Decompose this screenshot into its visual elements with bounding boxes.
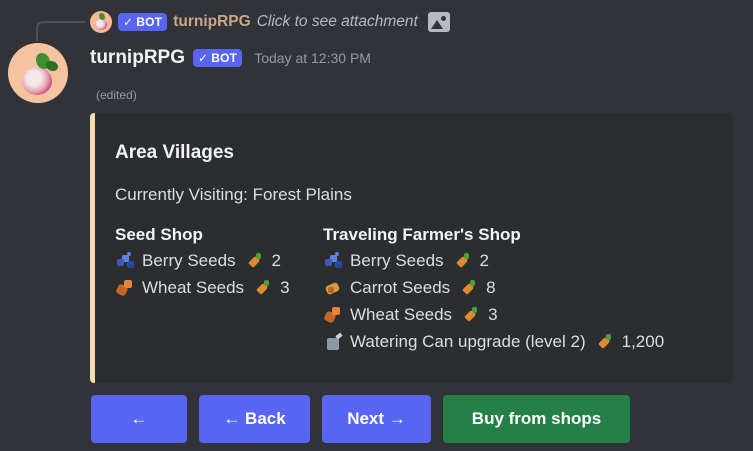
back-button[interactable]: ← Back [199, 395, 310, 443]
item-price: 2 [479, 251, 490, 270]
author-avatar[interactable] [8, 43, 68, 103]
field-seed-shop: Seed Shop Berry Seeds 2 Wheat Seeds 3 [115, 223, 290, 301]
item-price: 1,200 [621, 332, 665, 351]
embed-description: Currently Visiting: Forest Plains [115, 185, 352, 204]
carrot-seeds-icon [323, 278, 343, 298]
list-item: Berry Seeds 2 [115, 247, 290, 274]
embed: Area Villages Currently Visiting: Forest… [90, 113, 733, 383]
message-timestamp[interactable]: Today at 12:30 PM [254, 50, 371, 66]
carrot-coin-icon [595, 332, 615, 352]
author-name[interactable]: turnipRPG [90, 47, 185, 69]
item-price: 3 [488, 305, 498, 324]
item-price: 2 [271, 251, 282, 270]
bot-tag: ✓ BOT [193, 49, 243, 67]
list-item: Wheat Seeds 3 [115, 274, 290, 301]
reply-bot-tag: ✓ BOT [118, 13, 168, 31]
verified-check-icon: ✓ [123, 15, 134, 29]
carrot-coin-icon [461, 305, 481, 325]
next-button[interactable]: Next → [322, 395, 431, 443]
reply-spine [36, 21, 86, 41]
field-name: Traveling Farmer's Shop [323, 225, 521, 244]
list-item: Wheat Seeds 3 [323, 301, 664, 328]
verified-check-icon: ✓ [198, 51, 209, 65]
edited-label: (edited) [96, 88, 137, 102]
field-name: Seed Shop [115, 225, 203, 244]
watering-can-icon [323, 332, 343, 352]
item-name: Wheat Seeds [142, 278, 245, 297]
reply-author[interactable]: turnipRPG [173, 13, 251, 31]
reply-content[interactable]: Click to see attachment [257, 13, 418, 31]
field-traveling-shop: Traveling Farmer's Shop Berry Seeds 2 Ca… [323, 223, 664, 355]
item-name: Watering Can upgrade (level 2) [350, 332, 586, 351]
item-name: Berry Seeds [350, 251, 444, 270]
buy-from-shops-button[interactable]: Buy from shops [443, 395, 630, 443]
list-item: Berry Seeds 2 [323, 247, 664, 274]
item-price: 3 [280, 278, 290, 297]
item-name: Wheat Seeds [350, 305, 453, 324]
list-item: Watering Can upgrade (level 2) 1,200 [323, 328, 664, 355]
reply-avatar[interactable] [90, 11, 112, 33]
item-name: Carrot Seeds [350, 278, 451, 297]
carrot-coin-icon [459, 278, 479, 298]
carrot-coin-icon [245, 251, 265, 271]
image-attachment-icon[interactable] [427, 12, 450, 32]
first-page-button[interactable]: ← [91, 395, 187, 443]
item-price: 8 [486, 278, 496, 297]
list-item: Carrot Seeds 8 [323, 274, 664, 301]
item-name: Berry Seeds [142, 251, 236, 270]
carrot-coin-icon [253, 278, 273, 298]
wheat-seeds-icon [323, 305, 343, 325]
bot-tag-label: BOT [211, 51, 238, 65]
carrot-coin-icon [453, 251, 473, 271]
embed-title: Area Villages [115, 142, 235, 163]
reply-bot-tag-label: BOT [136, 15, 163, 29]
berry-seeds-icon [115, 251, 135, 271]
wheat-seeds-icon [115, 278, 135, 298]
message-header: turnipRPG ✓ BOT Today at 12:30 PM [90, 47, 371, 69]
reply-preview[interactable]: ✓ BOT turnipRPG Click to see attachment [90, 10, 450, 34]
berry-seeds-icon [323, 251, 343, 271]
